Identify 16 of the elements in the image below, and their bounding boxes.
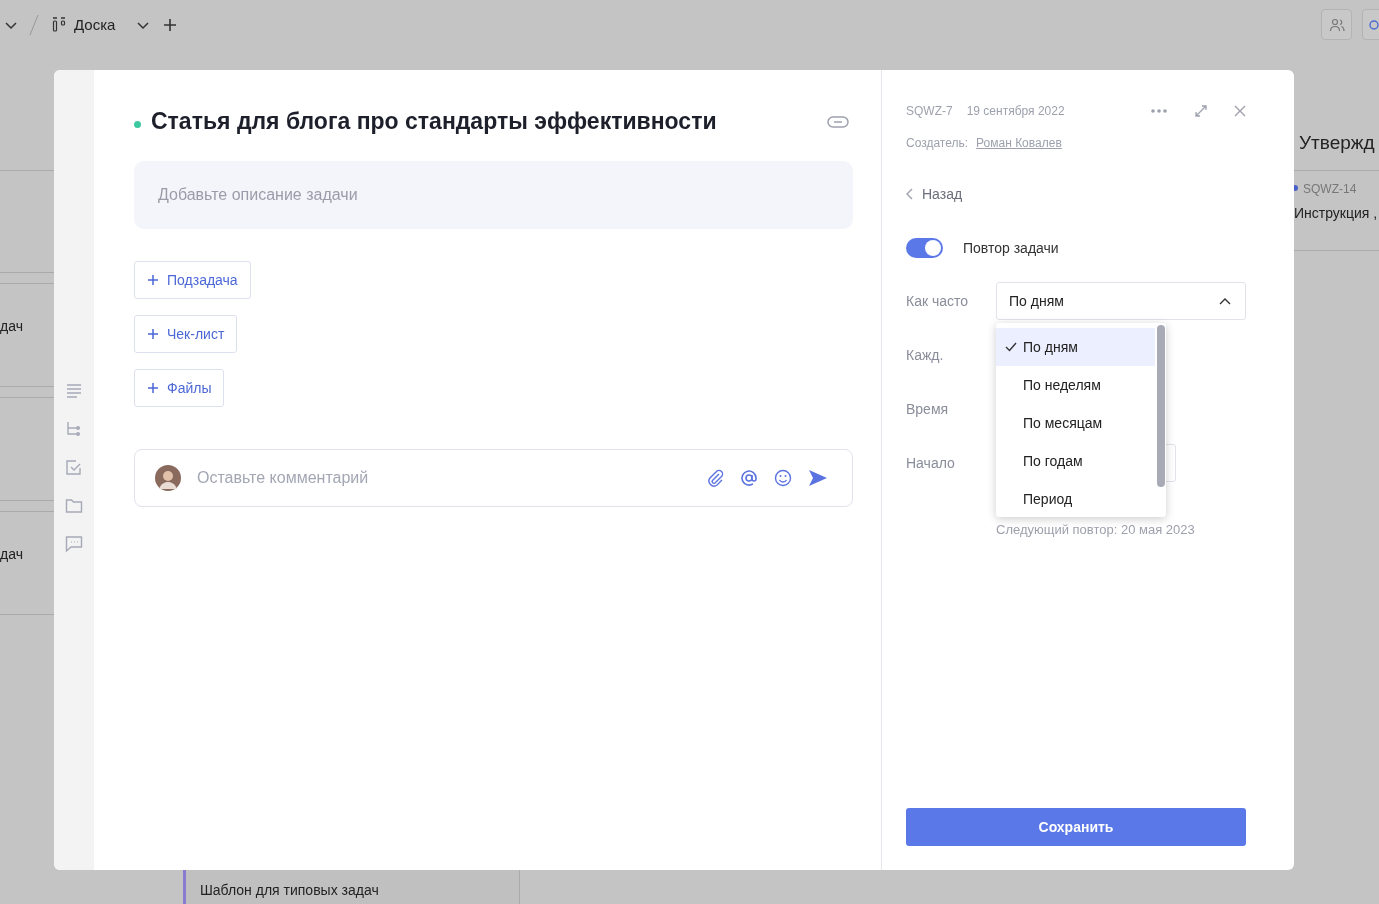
repeat-label: Повтор задачи xyxy=(963,240,1059,256)
card-title: дач xyxy=(0,318,23,334)
column-title: Утвержд xyxy=(1299,132,1375,154)
field-label: Начало xyxy=(906,455,956,471)
field-label: Время xyxy=(906,401,950,417)
task-date: 19 сентября 2022 xyxy=(966,104,1065,118)
card-title: Шаблон для типовых задач xyxy=(200,882,379,898)
card-title: дач xyxy=(0,546,23,562)
next-repeat-text: Следующий повтор: 20 мая 2023 xyxy=(996,522,1196,537)
card-id: SQWZ-14 xyxy=(1303,182,1357,196)
field-label: Кажд. xyxy=(906,347,945,363)
task-id: SQWZ-7 xyxy=(906,104,953,118)
task-title: Статья для блога про стандарты эффективности xyxy=(151,108,718,135)
card-title: Инструкция , xyxy=(1294,205,1378,221)
creator-label: Создатель: xyxy=(906,136,969,150)
field-label: Как часто xyxy=(906,293,970,309)
